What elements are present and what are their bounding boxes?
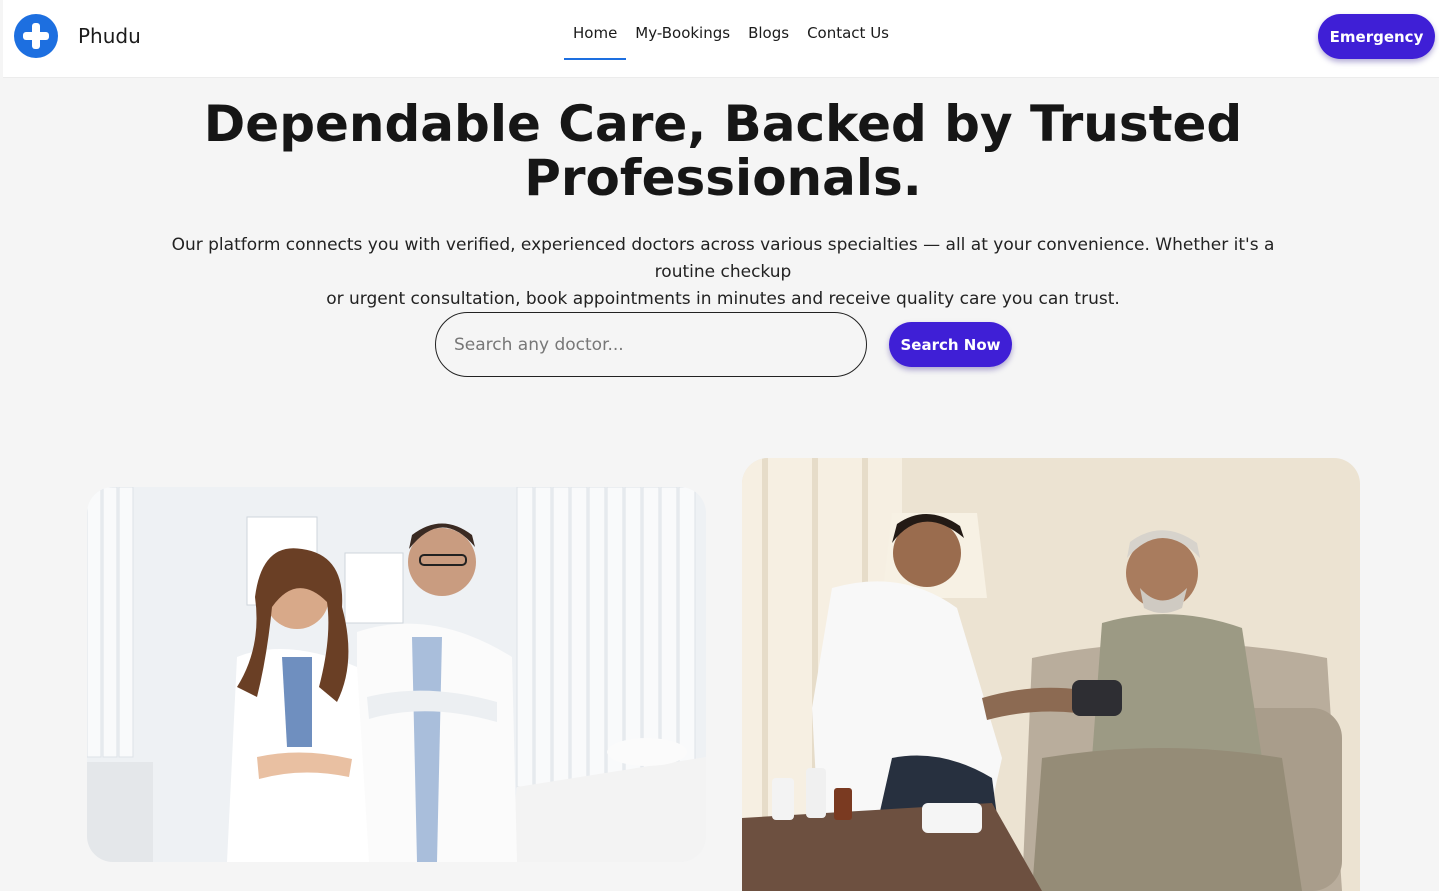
hero-title-line-1: Dependable Care, Backed by Trusted bbox=[203, 95, 1243, 153]
nav-item-my-bookings[interactable]: My-Bookings bbox=[626, 0, 739, 60]
brand-name: Phudu bbox=[78, 24, 141, 48]
hero-title: Dependable Care, Backed by Trusted Profe… bbox=[100, 97, 1346, 205]
doctor-checking-patient-photo bbox=[742, 458, 1360, 891]
navbar: Phudu Home My-Bookings Blogs Contact Us … bbox=[3, 0, 1439, 78]
hero-description-line-1: Our platform connects you with verified,… bbox=[171, 235, 1275, 282]
hero-description-line-2: or urgent consultation, book appointment… bbox=[326, 289, 1120, 309]
hero-title-line-2: Professionals. bbox=[524, 149, 922, 207]
nav-item-contact-us[interactable]: Contact Us bbox=[798, 0, 898, 60]
hero-description: Our platform connects you with verified,… bbox=[140, 232, 1306, 313]
plus-cross-icon bbox=[14, 14, 58, 58]
two-doctors-photo bbox=[87, 487, 706, 862]
brand[interactable]: Phudu bbox=[14, 14, 141, 58]
doctor-search-input[interactable] bbox=[435, 312, 867, 377]
search-now-button[interactable]: Search Now bbox=[889, 322, 1012, 367]
nav-item-home[interactable]: Home bbox=[564, 0, 627, 60]
main-nav: Home My-Bookings Blogs Contact Us bbox=[564, 0, 898, 78]
emergency-button[interactable]: Emergency bbox=[1318, 14, 1435, 59]
nav-item-blogs[interactable]: Blogs bbox=[739, 0, 798, 60]
